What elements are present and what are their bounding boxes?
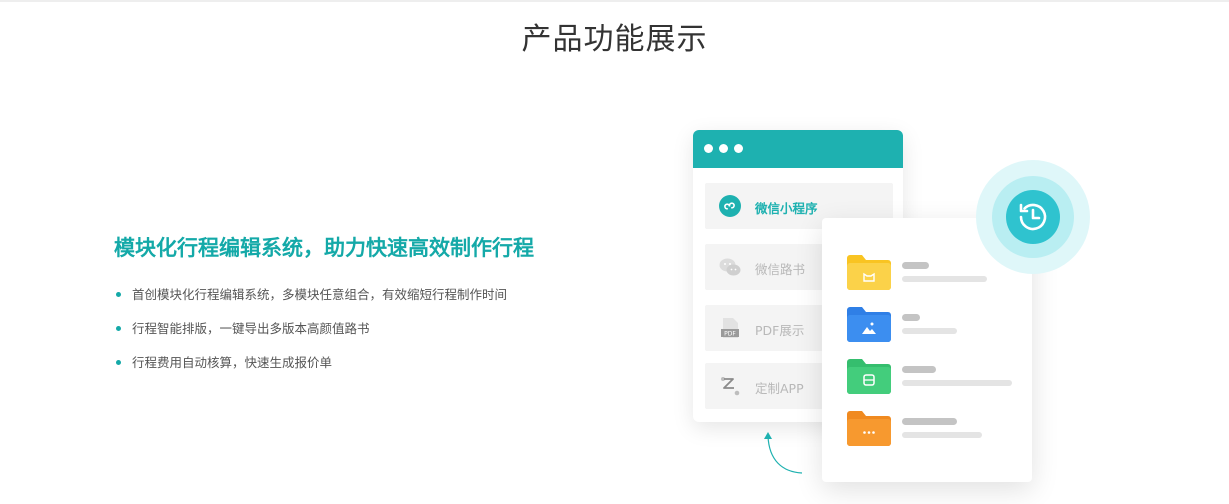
menu-item-label: PDF展示: [755, 323, 805, 338]
window-dot: [734, 144, 743, 153]
section-title: 产品功能展示: [521, 22, 708, 57]
folder-row: [847, 306, 1017, 344]
placeholder-line: [902, 314, 920, 321]
feature-bullet: 行程费用自动核算，快速生成报价单: [116, 354, 507, 388]
pdf-icon-text: PDF: [724, 331, 736, 338]
menu-item-label: 定制APP: [755, 381, 804, 396]
placeholder-line: [902, 380, 1012, 386]
placeholder-line: [902, 328, 957, 334]
more-icon: [863, 431, 866, 434]
folder-row: [847, 410, 1017, 448]
folder-yellow-icon: [847, 255, 891, 290]
placeholder-line: [902, 432, 982, 438]
window-dot: [719, 144, 728, 153]
bullet-dot: [116, 292, 121, 297]
feature-heading: 模块化行程编辑系统，助力快速高效制作行程: [114, 236, 534, 260]
feature-bullet-text: 首创模块化行程编辑系统，多模块任意组合，有效缩短行程制作时间: [132, 287, 508, 302]
history-icon: [976, 160, 1090, 274]
placeholder-line: [902, 418, 957, 425]
placeholder-line: [902, 276, 987, 282]
folder-orange-icon: [847, 411, 891, 446]
feature-bullet: 行程智能排版，一键导出多版本高颜值路书: [116, 320, 507, 354]
menu-item-label: 微信路书: [755, 262, 806, 277]
folder-blue-icon: [847, 307, 891, 342]
feature-bullet-text: 行程智能排版，一键导出多版本高颜值路书: [132, 321, 370, 336]
menu-item-label: 微信小程序: [755, 201, 818, 216]
bullet-dot: [116, 360, 121, 365]
pdf-icon: PDF: [721, 318, 739, 338]
mini-program-icon: [719, 195, 741, 217]
folder-green-icon: [847, 359, 891, 394]
feature-bullet-list: 首创模块化行程编辑系统，多模块任意组合，有效缩短行程制作时间 行程智能排版，一键…: [116, 286, 507, 388]
placeholder-line: [902, 366, 936, 373]
curved-arrow-icon: [764, 432, 803, 474]
window-dot: [704, 144, 713, 153]
folder-row: [847, 358, 1017, 396]
top-divider: [0, 0, 1229, 2]
placeholder-line: [902, 262, 929, 269]
feature-bullet: 首创模块化行程编辑系统，多模块任意组合，有效缩短行程制作时间: [116, 286, 507, 320]
feature-bullet-text: 行程费用自动核算，快速生成报价单: [132, 355, 333, 370]
bullet-dot: [116, 326, 121, 331]
route-icon: [721, 377, 740, 396]
wechat-icon: [719, 258, 741, 276]
window-title-bar: [693, 130, 903, 168]
